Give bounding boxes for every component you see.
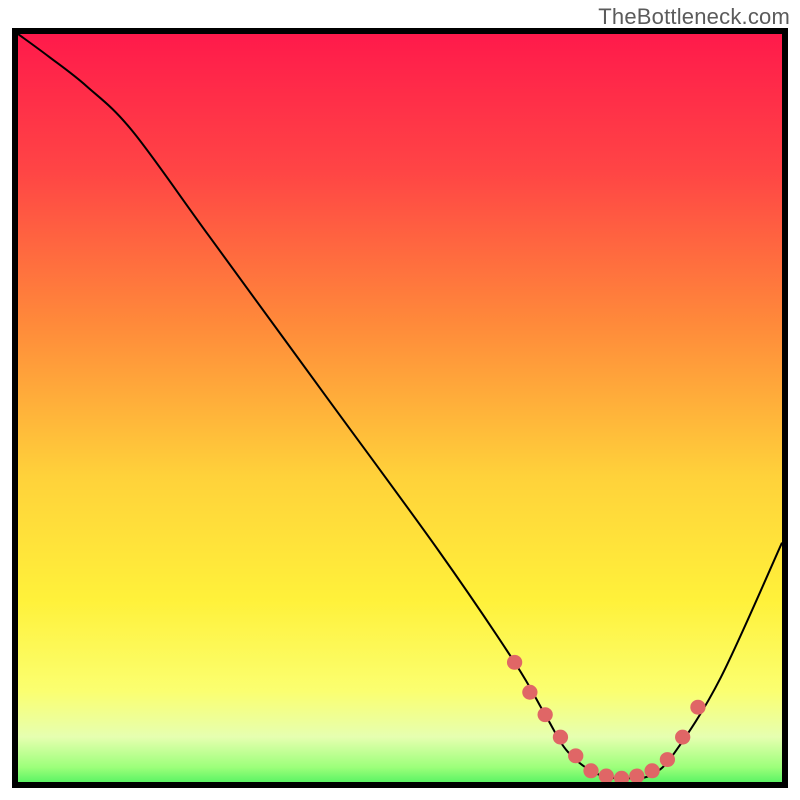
optimal-dot [583,763,598,778]
curve-layer [18,34,782,782]
optimal-dot [522,685,537,700]
optimal-range-dots [507,655,706,782]
optimal-dot [507,655,522,670]
optimal-dot [644,763,659,778]
optimal-dot [553,730,568,745]
optimal-dot [660,752,675,767]
optimal-dot [538,707,553,722]
chart-frame: TheBottleneck.com [0,0,800,800]
plot-area [12,28,788,788]
bottleneck-curve [18,34,782,778]
optimal-dot [568,748,583,763]
optimal-dot [629,769,644,782]
optimal-dot [690,700,705,715]
optimal-dot [599,769,614,782]
optimal-dot [675,730,690,745]
watermark-text: TheBottleneck.com [598,4,790,30]
optimal-dot [614,771,629,782]
